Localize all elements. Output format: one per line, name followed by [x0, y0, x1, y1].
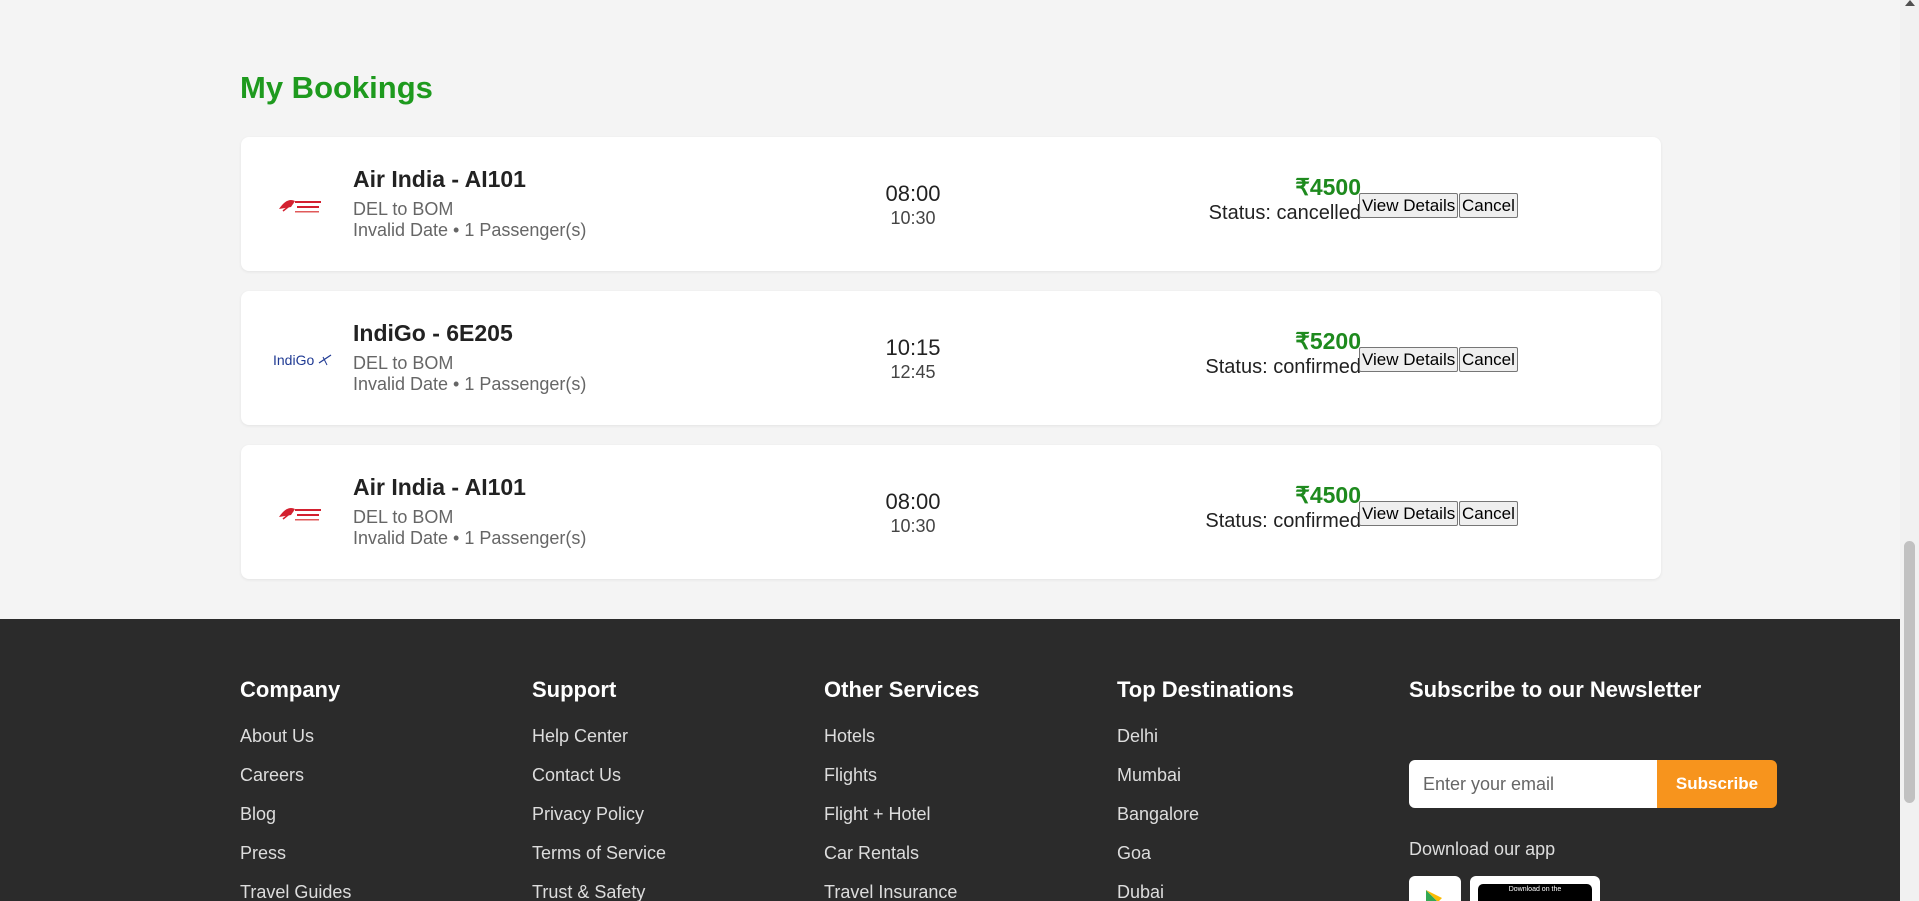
- footer-link[interactable]: Trust & Safety: [532, 882, 792, 901]
- air-india-logo: [273, 179, 327, 229]
- footer-link[interactable]: Terms of Service: [532, 843, 792, 864]
- footer-link[interactable]: Flight + Hotel: [824, 804, 1084, 825]
- footer-link[interactable]: Careers: [240, 765, 500, 786]
- departure-time: 08:00: [885, 489, 941, 514]
- booking-card: Air India - AI101 DEL to BOM Invalid Dat…: [241, 445, 1661, 579]
- indigo-logo-text: IndiGo: [273, 352, 314, 368]
- status-text: Status: confirmed: [1205, 510, 1361, 532]
- status-text: Status: confirmed: [1205, 356, 1361, 378]
- cancel-button[interactable]: Cancel: [1459, 501, 1518, 526]
- footer-link[interactable]: Travel Guides: [240, 882, 500, 901]
- price: ₹5200: [1295, 328, 1361, 354]
- footer-heading: Other Services: [824, 677, 980, 702]
- footer-link[interactable]: Privacy Policy: [532, 804, 792, 825]
- departure-time: 08:00: [885, 181, 941, 206]
- footer-link[interactable]: Car Rentals: [824, 843, 1084, 864]
- price-status: ₹4500 Status: cancelled: [1209, 174, 1361, 226]
- page-title: My Bookings: [240, 70, 433, 105]
- footer-services: Other Services Hotels Flights Flight + H…: [824, 677, 1084, 901]
- footer-support: Support Help Center Contact Us Privacy P…: [532, 677, 792, 901]
- google-play-icon: [1426, 890, 1442, 901]
- footer-link[interactable]: Press: [240, 843, 500, 864]
- scroll-up-arrow-icon[interactable]: [1905, 0, 1915, 6]
- view-details-button[interactable]: View Details: [1359, 193, 1459, 218]
- view-details-button[interactable]: View Details: [1359, 501, 1459, 526]
- subscribe-button[interactable]: Subscribe: [1657, 760, 1777, 808]
- route: DEL to BOM: [353, 199, 454, 219]
- site-footer: Company About Us Careers Blog Press Trav…: [0, 619, 1900, 901]
- airline-flight: Air India - AI101: [353, 166, 526, 192]
- scrollbar-thumb[interactable]: [1904, 541, 1915, 803]
- booking-meta: Invalid Date • 1 Passenger(s): [353, 220, 587, 240]
- footer-link[interactable]: Help Center: [532, 726, 792, 747]
- booking-meta: Invalid Date • 1 Passenger(s): [353, 528, 587, 548]
- app-store-icon: Download on the: [1478, 884, 1592, 901]
- price: ₹4500: [1295, 174, 1361, 200]
- cancel-button[interactable]: Cancel: [1459, 347, 1518, 372]
- booking-meta: Invalid Date • 1 Passenger(s): [353, 374, 587, 394]
- arrival-time: 12:45: [890, 362, 936, 382]
- page: My Bookings Air India - AI101 DEL to BOM…: [0, 0, 1900, 901]
- departure-time: 10:15: [885, 335, 941, 360]
- footer-heading: Top Destinations: [1117, 677, 1294, 702]
- airline-flight: IndiGo - 6E205: [353, 320, 513, 346]
- app-store-badge[interactable]: Download on the: [1470, 876, 1600, 901]
- price-status: ₹4500 Status: confirmed: [1205, 482, 1361, 534]
- cancel-button[interactable]: Cancel: [1459, 193, 1518, 218]
- footer-link[interactable]: Delhi: [1117, 726, 1377, 747]
- airline-flight: Air India - AI101: [353, 474, 526, 500]
- newsletter-heading: Subscribe to our Newsletter: [1409, 677, 1702, 702]
- footer-link[interactable]: Flights: [824, 765, 1084, 786]
- view-details-button[interactable]: View Details: [1359, 347, 1459, 372]
- price-status: ₹5200 Status: confirmed: [1205, 328, 1361, 380]
- google-play-badge[interactable]: [1409, 876, 1461, 901]
- footer-link[interactable]: Mumbai: [1117, 765, 1377, 786]
- route: DEL to BOM: [353, 507, 454, 527]
- indigo-logo: IndiGo: [273, 333, 332, 383]
- bookings-section: My Bookings Air India - AI101 DEL to BOM…: [0, 0, 1900, 619]
- scrollbar[interactable]: [1900, 0, 1919, 901]
- booking-card: IndiGo IndiGo - 6E205 DEL to BOM Invalid…: [241, 291, 1661, 425]
- arrival-time: 10:30: [890, 516, 936, 536]
- footer-link[interactable]: Bangalore: [1117, 804, 1377, 825]
- email-input[interactable]: [1409, 760, 1657, 808]
- route: DEL to BOM: [353, 353, 454, 373]
- footer-company: Company About Us Careers Blog Press Trav…: [240, 677, 500, 901]
- footer-link[interactable]: Blog: [240, 804, 500, 825]
- air-india-logo: [273, 487, 327, 537]
- footer-link[interactable]: Goa: [1117, 843, 1377, 864]
- arrival-time: 10:30: [890, 208, 936, 228]
- footer-link[interactable]: Dubai: [1117, 882, 1377, 901]
- footer-link[interactable]: Contact Us: [532, 765, 792, 786]
- price: ₹4500: [1295, 482, 1361, 508]
- status-text: Status: cancelled: [1208, 202, 1361, 224]
- footer-link[interactable]: About Us: [240, 726, 500, 747]
- footer-destinations: Top Destinations Delhi Mumbai Bangalore …: [1117, 677, 1377, 901]
- footer-heading: Support: [532, 677, 617, 702]
- footer-link[interactable]: Hotels: [824, 726, 1084, 747]
- footer-link[interactable]: Travel Insurance: [824, 882, 1084, 901]
- footer-heading: Company: [240, 677, 341, 702]
- download-app-label: Download our app: [1409, 839, 1556, 859]
- booking-card: Air India - AI101 DEL to BOM Invalid Dat…: [241, 137, 1661, 271]
- subscribe-form: Subscribe: [1409, 760, 1777, 808]
- app-store-text: Download on the: [1508, 886, 1562, 893]
- newsletter: Subscribe to our Newsletter Subscribe Do…: [1409, 677, 1809, 901]
